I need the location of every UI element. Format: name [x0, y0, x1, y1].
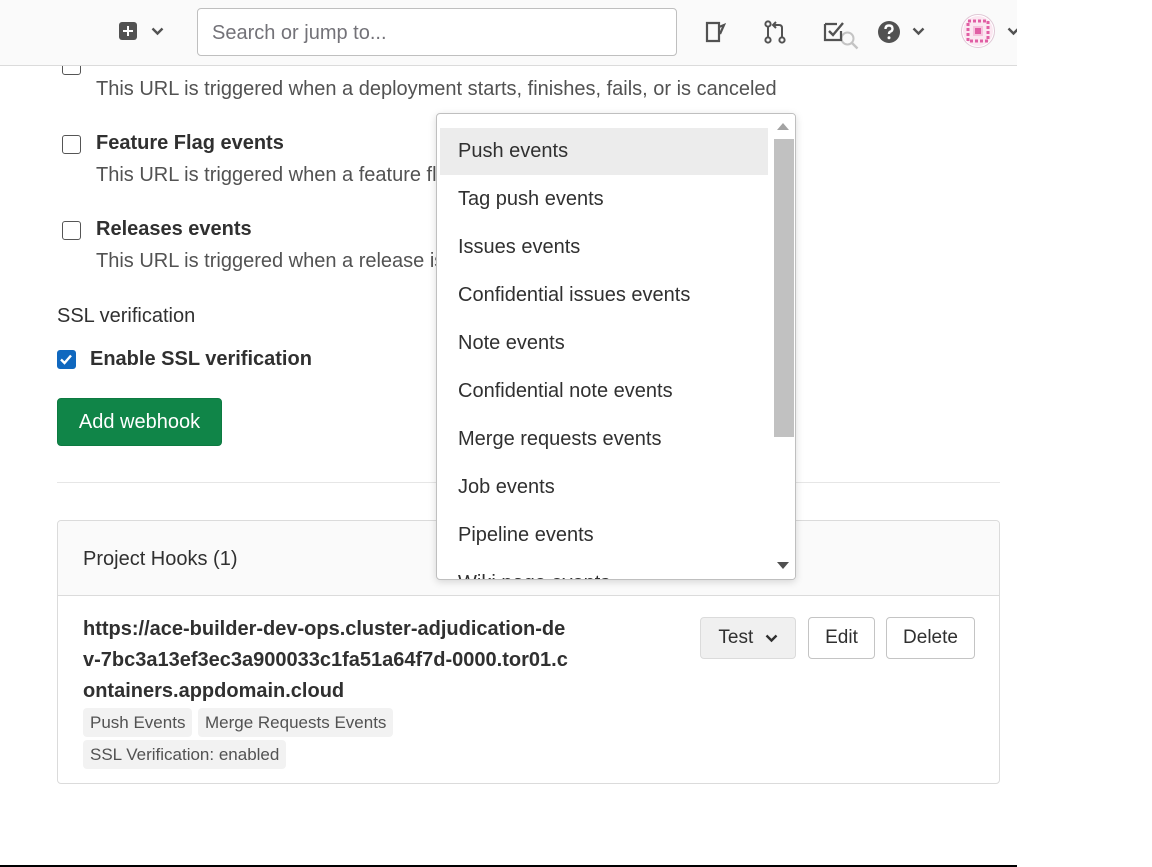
releases-events-label[interactable]: Releases events [96, 218, 252, 241]
dropdown-option[interactable]: Tag push events [440, 176, 768, 223]
feature-flag-events-checkbox[interactable] [62, 135, 81, 154]
dropdown-option[interactable]: Note events [440, 320, 768, 367]
hook-event-badge: Push Events [83, 708, 193, 737]
issues-icon[interactable] [704, 20, 726, 44]
identicon-icon [963, 16, 993, 46]
dropdown-option[interactable]: Confidential note events [440, 368, 768, 415]
test-label: Test [718, 627, 754, 648]
chevron-down-icon [765, 634, 777, 643]
project-hooks-title: Project Hooks (1) [83, 548, 238, 570]
scroll-up-arrow-icon[interactable] [777, 123, 789, 130]
chevron-down-icon[interactable] [912, 27, 925, 36]
help-icon[interactable] [877, 20, 901, 44]
merge-requests-icon[interactable] [763, 20, 787, 44]
search-input[interactable] [210, 19, 630, 47]
dropdown-option[interactable]: Pipeline events [440, 512, 768, 559]
dropdown-option[interactable]: Job events [440, 464, 768, 511]
dropdown-option[interactable]: Push events [440, 128, 768, 175]
dropdown-scrollbar-thumb[interactable] [774, 139, 794, 437]
ssl-verification-badge: SSL Verification: enabled [83, 740, 287, 769]
add-webhook-button[interactable]: Add webhook [57, 398, 222, 446]
top-navbar [0, 0, 1020, 66]
page-margin [1017, 0, 1152, 867]
todo-check-icon[interactable] [822, 20, 846, 42]
user-avatar[interactable] [961, 14, 995, 48]
hook-event-badge: Merge Requests Events [198, 708, 394, 737]
search-box[interactable] [197, 8, 859, 56]
dropdown-option[interactable]: Confidential issues events [440, 272, 768, 319]
enable-ssl-label[interactable]: Enable SSL verification [90, 348, 312, 371]
chevron-down-icon[interactable] [151, 27, 164, 36]
deployment-events-checkbox[interactable] [62, 66, 81, 75]
scroll-down-arrow-icon[interactable] [777, 562, 789, 569]
releases-events-checkbox[interactable] [62, 221, 81, 240]
edit-hook-button[interactable]: Edit [808, 617, 875, 659]
dropdown-option[interactable]: Issues events [440, 224, 768, 271]
deployment-events-description: This URL is triggered when a deployment … [96, 78, 777, 100]
ssl-verification-heading: SSL verification [57, 305, 196, 327]
enable-ssl-checkbox[interactable] [57, 350, 76, 369]
checkmark-icon [60, 354, 72, 365]
hook-url: https://ace-builder-dev-ops.cluster-adju… [83, 618, 568, 702]
new-item-plus-icon[interactable] [118, 20, 138, 42]
dropdown-option[interactable]: Wiki page events [440, 560, 768, 579]
test-hook-dropdown-button[interactable]: Test [700, 617, 796, 659]
trigger-events-dropdown-list[interactable]: Push events Tag push events Issues event… [436, 113, 796, 580]
delete-hook-button[interactable]: Delete [886, 617, 975, 659]
dropdown-option[interactable]: Merge requests events [440, 416, 768, 463]
feature-flag-events-label[interactable]: Feature Flag events [96, 132, 284, 155]
